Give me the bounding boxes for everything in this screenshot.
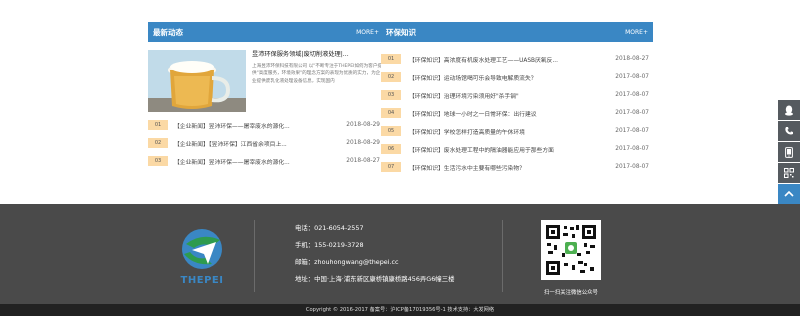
- item-date: 2017-08-07: [615, 164, 649, 170]
- list-item[interactable]: 02 【环保知识】运动场馆喝可乐会导致电解质流失？ 2017-08-07: [381, 68, 653, 86]
- item-title[interactable]: 【企业新闻】昱沛环保——屠宰废水的源化...: [168, 157, 340, 166]
- item-number-badge: 05: [381, 126, 401, 136]
- item-number-badge: 03: [381, 90, 401, 100]
- item-date: 2017-08-07: [615, 128, 649, 134]
- mobile-icon: [785, 146, 793, 158]
- list-item[interactable]: 07 【环保知识】生活污水中主要有哪些污染物？ 2017-08-07: [381, 158, 653, 176]
- contact-info: 电话：021-6054-2557 手机：155-0219-3728 邮箱：zho…: [295, 224, 454, 292]
- qrcode-image: [544, 223, 598, 277]
- item-date: 2018-08-29: [346, 122, 380, 128]
- item-title[interactable]: 【企业新闻】昱沛环保——屠宰废水的源化...: [168, 121, 340, 130]
- logo-wordmark: THEPEI: [180, 275, 224, 286]
- item-date: 2018-08-27: [615, 56, 649, 62]
- contact-mobile: 手机：155-0219-3728: [295, 241, 364, 249]
- item-number-badge: 01: [381, 54, 401, 64]
- eco-knowledge-panel: 环保知识 MORE+ 01 【环保知识】高浓度有机废水处理工艺——UASB厌氧反…: [381, 22, 653, 176]
- list-item[interactable]: 05 【环保知识】学校怎样打造高质量的午休环境 2017-08-07: [381, 122, 653, 140]
- page: 最新动态 MORE+ 昱沛环保服务领域|废切削液处理|... 上海昱沛环保科技有…: [0, 0, 800, 316]
- list-item[interactable]: 03 【环保知识】治理环境污染须用好"杀手锏" 2017-08-07: [381, 86, 653, 104]
- latest-news-more-link[interactable]: MORE+: [356, 29, 379, 36]
- item-date: 2017-08-07: [615, 92, 649, 98]
- eco-knowledge-title: 环保知识: [386, 27, 416, 37]
- qrcode-icon: [784, 168, 794, 178]
- item-title[interactable]: 【企业新闻】【昱沛环保】江西省余项目上...: [168, 139, 340, 148]
- back-to-top-button[interactable]: [778, 184, 800, 204]
- back-to-top-icon: [784, 190, 794, 197]
- site-footer: THEPEI 电话：021-6054-2557 手机：155-0219-3728…: [0, 204, 800, 304]
- item-number-badge: 02: [381, 72, 401, 82]
- list-item[interactable]: 01 【企业新闻】昱沛环保——屠宰废水的源化... 2018-08-29: [148, 116, 384, 134]
- item-title[interactable]: 【环保知识】运动场馆喝可乐会导致电解质流失？: [401, 73, 609, 82]
- list-item[interactable]: 01 【环保知识】高浓度有机废水处理工艺——UASB厌氧反... 2018-08…: [381, 50, 653, 68]
- qrcode-button[interactable]: [778, 163, 800, 183]
- list-item[interactable]: 02 【企业新闻】【昱沛环保】江西省余项目上... 2018-08-29: [148, 134, 384, 152]
- featured-article[interactable]: 昱沛环保服务领域|废切削液处理|... 上海昱沛环保科技有限公司 以"不断专注于…: [148, 50, 384, 112]
- list-item[interactable]: 03 【企业新闻】昱沛环保——屠宰废水的源化... 2018-08-27: [148, 152, 384, 170]
- item-number-badge: 04: [381, 108, 401, 118]
- item-title[interactable]: 【环保知识】学校怎样打造高质量的午休环境: [401, 127, 609, 136]
- featured-article-summary: 上海昱沛环保科技有限公司 以"不断专注于THEPEI如何为客户提供"高度服务，环…: [252, 64, 383, 84]
- contact-address: 地址：中国·上海·浦东新区康桥镇康桥路456弄G6幢三楼: [295, 275, 455, 283]
- qrcode-caption: 扫一扫关注微信公众号: [544, 290, 598, 296]
- item-date: 2017-08-07: [615, 110, 649, 116]
- item-date: 2018-08-29: [346, 140, 380, 146]
- item-number-badge: 02: [148, 138, 168, 148]
- latest-news-title: 最新动态: [153, 27, 183, 37]
- item-number-badge: 03: [148, 156, 168, 166]
- beer-mug-image[interactable]: [148, 50, 246, 112]
- phone-button[interactable]: [778, 121, 800, 141]
- latest-news-panel: 最新动态 MORE+ 昱沛环保服务领域|废切削液处理|... 上海昱沛环保科技有…: [148, 22, 384, 170]
- list-item[interactable]: 06 【环保知识】废水处理工程中的隔油器能应用于那些方面 2017-08-07: [381, 140, 653, 158]
- item-title[interactable]: 【环保知识】高浓度有机废水处理工艺——UASB厌氧反...: [401, 55, 609, 64]
- eco-knowledge-header: 环保知识 MORE+: [381, 22, 653, 42]
- item-title[interactable]: 【环保知识】废水处理工程中的隔油器能应用于那些方面: [401, 145, 609, 154]
- item-number-badge: 01: [148, 120, 168, 130]
- item-date: 2018-08-27: [346, 158, 380, 164]
- footer-divider: [254, 220, 255, 292]
- thepei-logo-icon: [182, 229, 222, 269]
- contact-phone: 电话：021-6054-2557: [295, 224, 364, 232]
- qq-icon: [785, 105, 793, 116]
- item-number-badge: 07: [381, 162, 401, 172]
- latest-news-list: 01 【企业新闻】昱沛环保——屠宰废水的源化... 2018-08-29 02 …: [148, 116, 384, 170]
- item-title[interactable]: 【环保知识】地球一小时之一日常环保：出行建议: [401, 109, 609, 118]
- latest-news-header: 最新动态 MORE+: [148, 22, 384, 42]
- contact-email[interactable]: 邮箱：zhouhongwang@thepei.cc: [295, 258, 454, 275]
- item-date: 2017-08-07: [615, 146, 649, 152]
- mobile-button[interactable]: [778, 142, 800, 162]
- floating-sidebar: [778, 100, 800, 205]
- copyright-bar: Copyright © 2016-2017 备案号：沪ICP备17019356号…: [0, 304, 800, 316]
- list-item[interactable]: 04 【环保知识】地球一小时之一日常环保：出行建议 2017-08-07: [381, 104, 653, 122]
- item-title[interactable]: 【环保知识】生活污水中主要有哪些污染物？: [401, 163, 609, 172]
- wechat-qrcode: [541, 220, 601, 280]
- eco-knowledge-more-link[interactable]: MORE+: [625, 29, 648, 36]
- featured-article-text: 昱沛环保服务领域|废切削液处理|... 上海昱沛环保科技有限公司 以"不断专注于…: [246, 50, 384, 112]
- qq-button[interactable]: [778, 100, 800, 120]
- footer-divider: [502, 220, 503, 292]
- item-number-badge: 06: [381, 144, 401, 154]
- company-logo[interactable]: THEPEI: [172, 224, 232, 290]
- item-date: 2017-08-07: [615, 74, 649, 80]
- eco-knowledge-list: 01 【环保知识】高浓度有机废水处理工艺——UASB厌氧反... 2018-08…: [381, 50, 653, 176]
- phone-icon: [785, 127, 793, 135]
- featured-article-title[interactable]: 昱沛环保服务领域|废切削液处理|...: [252, 50, 384, 59]
- item-title[interactable]: 【环保知识】治理环境污染须用好"杀手锏": [401, 91, 609, 100]
